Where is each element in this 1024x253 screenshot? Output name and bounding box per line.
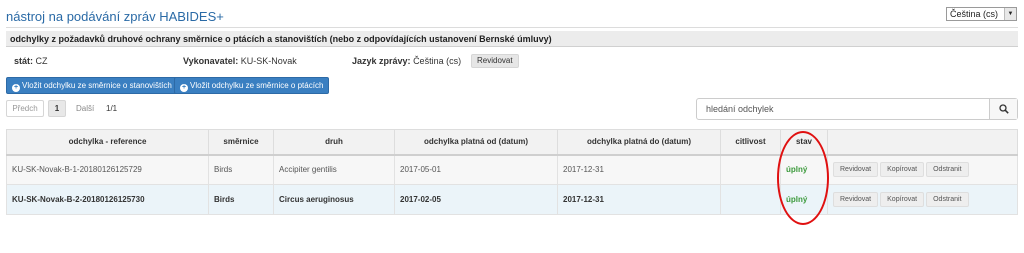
plus-circle-icon: + [12,84,20,92]
cell-valid-from: 2017-02-05 [394,184,558,215]
cell-sensitivity [720,154,781,185]
copy-button[interactable]: Kopírovat [880,162,925,178]
col-reference[interactable]: odchylka - reference [6,129,209,156]
chevron-down-icon[interactable]: ▼ [1004,8,1016,20]
cell-species: Circus aeruginosus [273,184,395,215]
table-header-row: odchylka - reference směrnice druh odchy… [6,129,1018,156]
cell-valid-to: 2017-12-31 [557,154,721,185]
search-box [696,98,1018,120]
meta-country-value: CZ [35,56,48,66]
pager-current-page[interactable]: 1 [48,100,66,117]
cell-actions: Revidovat Kopírovat Odstranit [827,184,1018,215]
revise-button[interactable]: Revidovat [833,162,879,178]
add-habitats-derogation-button[interactable]: + Vložit odchylku ze směrnice o stanovišt… [6,77,178,94]
delete-button[interactable]: Odstranit [926,192,969,207]
cell-valid-from: 2017-05-01 [394,154,558,185]
col-species[interactable]: druh [273,129,395,156]
search-button[interactable] [989,99,1017,119]
add-birds-derogation-button[interactable]: + Vložit odchylku ze směrnice o ptácích [174,77,330,94]
cell-reference: KU-SK-Novak-B-1-20180126125729 [6,154,209,185]
plus-circle-icon: + [180,84,188,92]
add-habitats-label: Vložit odchylku ze směrnice o stanoviští… [22,81,172,90]
status-highlight-oval [777,131,829,225]
col-valid-from[interactable]: odchylka platná od (datum) [394,129,558,156]
cell-actions: Revidovat Kopírovat Odstranit [827,154,1018,185]
meta-language: Jazyk zprávy: Čeština (cs) [352,56,461,66]
search-input[interactable] [697,99,989,119]
revise-report-button[interactable]: Revidovat [471,54,519,68]
delete-button[interactable]: Odstranit [926,162,969,178]
meta-country-label: stát: [14,56,34,66]
search-icon [999,104,1009,114]
meta-language-label: Jazyk zprávy: [352,56,411,66]
cell-sensitivity [720,184,781,215]
table-row[interactable]: KU-SK-Novak-B-1-20180126125729 Birds Acc… [6,154,1018,185]
table-row[interactable]: KU-SK-Novak-B-2-20180126125730 Birds Cir… [6,184,1018,215]
derogations-table: odchylka - reference směrnice druh odchy… [6,129,1018,215]
pager-total: 1/1 [106,104,118,113]
add-birds-label: Vložit odchylku ze směrnice o ptácích [190,81,324,90]
cell-directive: Birds [208,184,274,215]
col-directive[interactable]: směrnice [208,129,274,156]
app-title: nástroj na podávání zpráv HABIDES+ [6,9,224,24]
pager-prev-button[interactable]: Předch [6,100,44,117]
col-actions [827,129,1018,156]
col-sensitivity[interactable]: citlivost [720,129,781,156]
revise-button[interactable]: Revidovat [833,192,879,207]
meta-country: stát: CZ [14,56,48,66]
meta-executor-value: KU-SK-Novak [240,56,297,66]
pager-next-button[interactable]: Další [76,100,94,117]
meta-executor-label: Vykonavatel: [183,56,239,66]
top-divider [6,27,1018,28]
cell-directive: Birds [208,154,274,185]
language-select[interactable]: Čeština (cs) ▼ [946,7,1017,21]
col-valid-to[interactable]: odchylka platná do (datum) [557,129,721,156]
meta-executor: Vykonavatel: KU-SK-Novak [183,56,297,66]
language-select-value: Čeština (cs) [950,9,999,19]
cell-reference: KU-SK-Novak-B-2-20180126125730 [6,184,209,215]
section-header: odchylky z požadavků druhové ochrany smě… [6,31,1018,47]
meta-language-value: Čeština (cs) [413,56,462,66]
cell-valid-to: 2017-12-31 [557,184,721,215]
copy-button[interactable]: Kopírovat [880,192,925,207]
cell-species: Accipiter gentilis [273,154,395,185]
